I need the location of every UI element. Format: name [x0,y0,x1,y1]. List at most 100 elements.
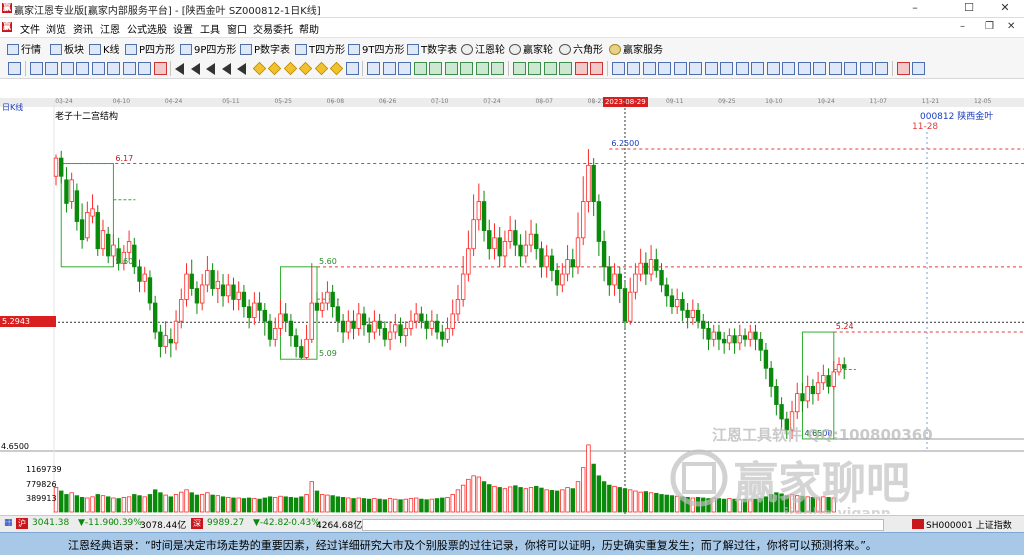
line-icon[interactable] [766,62,780,75]
grid-icon[interactable] [345,62,359,75]
candle-body [106,233,111,257]
calendar-icon[interactable] [543,62,557,75]
child-restore-button[interactable]: ❐ [985,21,994,32]
left-icon[interactable] [206,63,215,75]
close-button[interactable]: ✕ [990,0,1020,17]
app-menu-icon[interactable]: 赢 [2,22,12,32]
car-icon[interactable] [590,62,603,75]
left-icon[interactable] [237,63,246,75]
volume-bar [591,463,596,513]
menu-window[interactable]: 窗口 [227,21,247,36]
diamond-icon[interactable] [283,61,297,76]
menu-browse[interactable]: 浏览 [46,21,66,36]
line-icon[interactable] [828,62,842,75]
line-icon[interactable] [797,62,811,75]
draw-icon[interactable] [460,62,473,75]
tb-quotes-button[interactable]: 行情 [7,41,41,56]
line-icon[interactable] [689,62,702,75]
bar-icon[interactable] [122,62,136,75]
zoom-in-icon[interactable] [45,62,58,75]
toolbar-separator [362,61,363,76]
sz-market-icon[interactable]: 深 [191,518,203,529]
diamond-icon[interactable] [329,61,344,76]
line-icon[interactable] [611,62,625,75]
hand-icon[interactable] [367,62,380,75]
menu-gann[interactable]: 江恩 [100,21,120,36]
draw-icon[interactable] [444,62,458,75]
tb-t-square-button[interactable]: T四方形 [295,41,345,56]
tb-p-square-button[interactable]: P四方形 [125,41,175,56]
calendar-icon[interactable] [528,62,541,75]
scrollbar[interactable] [362,519,884,531]
menu-settings[interactable]: 设置 [173,21,193,36]
sh-market-icon[interactable]: 沪 [16,518,28,529]
prev-icon[interactable] [190,63,200,75]
index-name[interactable]: SH000001 上证指数 [926,518,1012,531]
flag-icon[interactable] [153,62,167,75]
color-icon[interactable] [896,62,910,75]
candle-body [534,233,539,250]
bar-icon[interactable] [76,62,89,75]
period-label[interactable]: 日K线 [2,102,23,113]
line-icon[interactable] [642,62,656,75]
percent-icon[interactable] [673,62,687,75]
tb-service-button[interactable]: 赢家服务 [609,41,663,56]
tb-9t-square-button[interactable]: 9T四方形 [348,41,404,56]
line-icon[interactable] [627,62,640,75]
draw-icon[interactable] [413,62,427,75]
left-icon[interactable] [221,63,231,75]
draw-icon[interactable] [491,62,504,75]
line-icon[interactable] [398,62,411,75]
line-icon[interactable] [859,62,873,75]
bar-icon[interactable] [107,62,120,75]
bar-icon[interactable] [138,62,151,75]
diamond-icon[interactable] [252,61,266,76]
menu-formula-select[interactable]: 公式选股 [127,21,167,36]
line-icon[interactable] [658,62,671,75]
tb-gann-wheel-button[interactable]: 江恩轮 [461,41,505,56]
calendar-icon[interactable] [559,62,572,75]
tb-t-table-button[interactable]: T数字表 [407,41,457,56]
tb-winner-wheel-button[interactable]: 赢家轮 [509,41,553,56]
calendar-icon[interactable] [512,62,526,75]
car-icon[interactable] [574,62,588,75]
draw-icon[interactable] [429,62,442,75]
child-minimize-button[interactable]: – [960,21,965,32]
menu-file[interactable]: 文件 [20,21,40,36]
draw-icon[interactable] [475,62,489,75]
menu-tools[interactable]: 工具 [200,21,220,36]
child-close-button[interactable]: ✕ [1007,21,1015,32]
maximize-button[interactable]: ☐ [954,0,984,17]
select-tool-icon[interactable] [29,62,43,75]
infinity-icon[interactable] [912,62,925,75]
status-grid-icon[interactable]: ▦ [4,518,13,528]
diamond-icon[interactable] [298,61,313,76]
diamond-icon[interactable] [267,61,282,76]
line-icon[interactable] [782,62,795,75]
tb-sector-button[interactable]: 板块 [50,41,84,56]
line-icon[interactable] [813,62,826,75]
line-icon[interactable] [720,62,733,75]
tb-p-table-button[interactable]: P数字表 [240,41,290,56]
menu-trade[interactable]: 交易委托 [253,21,293,36]
tb-hexagon-button[interactable]: 六角形 [559,41,603,56]
cross-icon[interactable] [382,62,396,75]
bar-icon[interactable] [91,62,105,75]
candle-body [168,338,174,344]
line-icon[interactable] [704,62,718,75]
minimize-button[interactable]: – [900,0,930,17]
line-icon[interactable] [751,62,764,75]
index-flag-icon[interactable] [912,519,924,529]
line-icon[interactable] [844,62,857,75]
line-icon[interactable] [875,62,888,75]
line-icon[interactable] [735,62,749,75]
zoom-out-icon[interactable] [60,62,74,75]
tb-kline-button[interactable]: K线 [89,41,120,56]
diamond-icon[interactable] [314,61,328,76]
tb-9p-square-button[interactable]: 9P四方形 [180,41,236,56]
first-icon[interactable] [175,63,184,75]
menu-help[interactable]: 帮助 [299,21,319,36]
watermark-contact: 江恩工具软件 QQ:100800360 [712,426,933,444]
ellipse-tool-icon[interactable] [8,62,21,75]
menu-info[interactable]: 资讯 [73,21,93,36]
